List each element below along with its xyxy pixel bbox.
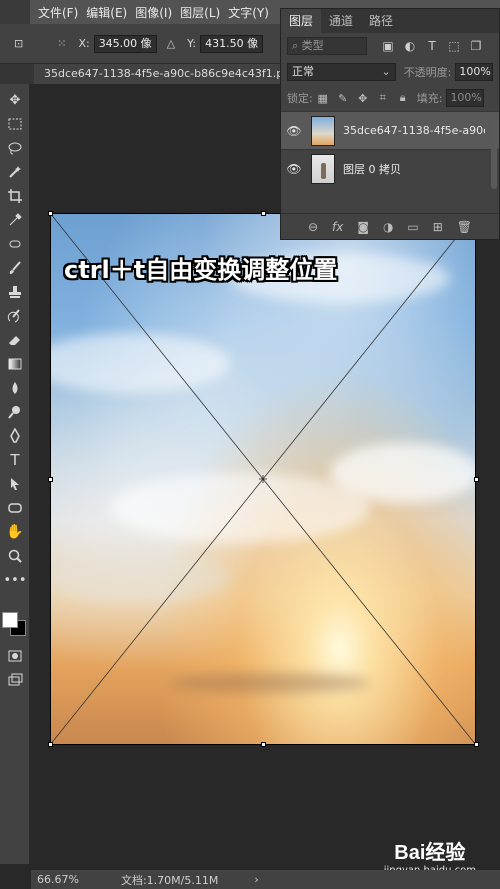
- lasso-tool-icon[interactable]: [5, 138, 25, 158]
- layer-name: 图层 0 拷贝: [343, 162, 401, 176]
- watermark-brand: Bai经验: [394, 842, 466, 864]
- filter-row: ⌕ 类型 ▣ ◐ T ⬚ ❐: [281, 33, 499, 59]
- lock-label: 锁定:: [287, 92, 313, 105]
- gradient-tool-icon[interactable]: [5, 354, 25, 374]
- stamp-tool-icon[interactable]: [5, 282, 25, 302]
- more-tools-icon[interactable]: •••: [4, 570, 27, 590]
- layer-name: 35dce647-1138-4f5e-a90c-...: [343, 124, 485, 137]
- eyedropper-icon[interactable]: [5, 210, 25, 230]
- delta-icon[interactable]: △: [167, 37, 175, 50]
- fill-label: 填充:: [416, 92, 443, 105]
- smart-object-filter-icon[interactable]: ❐: [465, 39, 487, 53]
- visibility-eye-icon[interactable]: 👁︎: [281, 124, 307, 138]
- app-logo[interactable]: [0, 0, 30, 24]
- document-tab[interactable]: 35dce647-1138-4f5e-a90c-b86c9e4c43f1.png: [34, 64, 284, 84]
- transform-handle[interactable]: [48, 211, 53, 216]
- marquee-tool-icon[interactable]: [5, 114, 25, 134]
- status-bar: 66.67% 文档:1.70M/5.11M ›: [31, 870, 500, 889]
- zoom-tool-icon[interactable]: [5, 546, 25, 566]
- search-icon: ⌕: [292, 39, 302, 52]
- shape-tool-icon[interactable]: [5, 498, 25, 518]
- panel-scrollbar[interactable]: [491, 119, 497, 189]
- filter-label: 类型: [301, 39, 324, 52]
- layer-filter-select[interactable]: ⌕ 类型: [287, 37, 367, 55]
- pen-tool-icon[interactable]: [5, 426, 25, 446]
- y-label: Y:: [187, 37, 197, 50]
- adjustment-layer-icon[interactable]: ◑: [383, 220, 393, 234]
- healing-brush-icon[interactable]: [5, 234, 25, 254]
- layer-thumbnail: [311, 153, 335, 184]
- type-filter-icon[interactable]: T: [421, 39, 443, 53]
- path-selection-icon[interactable]: [5, 474, 25, 494]
- x-position-field[interactable]: 345.00 像: [93, 34, 157, 53]
- shape-filter-icon[interactable]: ⬚: [443, 39, 465, 53]
- chevron-down-icon: ⌄: [381, 65, 391, 78]
- menu-image[interactable]: 图像(I): [135, 4, 172, 21]
- tools-panel: ✥ T ✋ •••: [0, 84, 30, 864]
- eraser-tool-icon[interactable]: [5, 330, 25, 350]
- new-layer-icon[interactable]: ⊞: [433, 220, 443, 234]
- tab-layers[interactable]: 图层: [281, 9, 322, 33]
- document-size: 文档:1.70M/5.11M: [120, 873, 219, 887]
- crop-tool-icon[interactable]: [5, 186, 25, 206]
- pixel-filter-icon[interactable]: ▣: [377, 39, 399, 53]
- lock-position-icon[interactable]: ✥: [353, 92, 373, 105]
- foreground-color-swatch[interactable]: [2, 612, 18, 628]
- link-layers-icon[interactable]: ⊖: [308, 220, 318, 234]
- brush-tool-icon[interactable]: [5, 258, 25, 278]
- transform-tool-icon: ⊡: [14, 37, 24, 50]
- lock-transparent-icon[interactable]: ▦: [313, 92, 333, 105]
- hand-tool-icon[interactable]: ✋: [5, 522, 25, 542]
- opacity-field[interactable]: 100%: [455, 63, 493, 81]
- transform-handle[interactable]: [261, 742, 266, 747]
- layers-panel: 图层 通道 路径 ⌕ 类型 ▣ ◐ T ⬚ ❐ 正常 ⌄ 不透明度: 100% …: [280, 8, 500, 240]
- tab-paths[interactable]: 路径: [361, 9, 401, 33]
- lock-artboard-icon[interactable]: ⌗: [373, 91, 393, 105]
- layer-row[interactable]: 👁︎ 图层 0 拷贝: [281, 149, 499, 187]
- delete-layer-icon[interactable]: 🗑︎: [457, 220, 472, 234]
- adjustment-filter-icon[interactable]: ◐: [399, 39, 421, 53]
- transform-handle[interactable]: [48, 742, 53, 747]
- y-position-field[interactable]: 431.50 像: [200, 34, 264, 53]
- layer-style-icon[interactable]: fx: [332, 220, 343, 234]
- blend-mode-value: 正常: [292, 65, 314, 78]
- move-tool-icon[interactable]: ✥: [5, 90, 25, 110]
- tutorial-caption: ctrl＋t自由变换调整位置: [64, 256, 338, 284]
- lock-all-icon[interactable]: 🔒︎: [393, 91, 413, 105]
- zoom-level[interactable]: 66.67%: [37, 873, 79, 886]
- new-group-icon[interactable]: ▭: [407, 220, 418, 234]
- transform-bounding-box[interactable]: [50, 213, 476, 745]
- type-tool-icon[interactable]: T: [5, 450, 25, 470]
- blur-tool-icon[interactable]: [5, 378, 25, 398]
- menu-type[interactable]: 文字(Y): [228, 4, 269, 21]
- fill-field[interactable]: 100%: [446, 89, 485, 107]
- x-label: X:: [78, 37, 90, 50]
- blend-mode-select[interactable]: 正常 ⌄: [287, 63, 396, 81]
- add-mask-icon[interactable]: ◙: [357, 220, 369, 234]
- chevron-right-icon[interactable]: ›: [254, 873, 258, 886]
- visibility-eye-icon[interactable]: 👁︎: [281, 162, 307, 176]
- menu-file[interactable]: 文件(F): [38, 4, 78, 21]
- lock-image-icon[interactable]: ✎: [333, 92, 353, 105]
- menu-layer[interactable]: 图层(L): [180, 4, 220, 21]
- screen-mode-icon[interactable]: [5, 670, 25, 690]
- transform-handle[interactable]: [261, 211, 266, 216]
- layer-thumbnail: [311, 115, 335, 146]
- transform-handle[interactable]: [48, 477, 53, 482]
- opacity-label: 不透明度:: [403, 66, 452, 79]
- magic-wand-icon[interactable]: [5, 162, 25, 182]
- history-brush-icon[interactable]: [5, 306, 25, 326]
- menu-edit[interactable]: 编辑(E): [86, 4, 127, 21]
- layers-panel-footer: ⊖ fx ◙ ◑ ▭ ⊞ 🗑︎: [281, 213, 499, 239]
- reference-point-icon[interactable]: ⁙: [57, 37, 66, 50]
- transform-handle[interactable]: [474, 742, 479, 747]
- layer-row[interactable]: 👁︎ 35dce647-1138-4f5e-a90c-...: [281, 111, 499, 149]
- tab-channels[interactable]: 通道: [321, 9, 361, 33]
- panel-tabs: 图层 通道 路径: [281, 9, 499, 33]
- lock-row: 锁定: ▦ ✎ ✥ ⌗ 🔒︎ 填充: 100%: [281, 85, 499, 111]
- quick-mask-icon[interactable]: [5, 646, 25, 666]
- transform-handle[interactable]: [474, 477, 479, 482]
- dodge-tool-icon[interactable]: [5, 402, 25, 422]
- blend-row: 正常 ⌄ 不透明度: 100%: [281, 59, 499, 85]
